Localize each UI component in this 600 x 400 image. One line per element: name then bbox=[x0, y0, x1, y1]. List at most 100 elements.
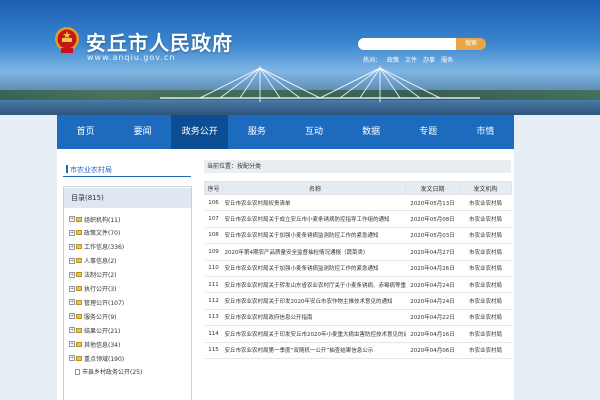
table-row[interactable]: 115 安丘市农业农村局第一季度“双随机一公开”抽查结果信息公示 2020年04月0… bbox=[204, 342, 512, 359]
expand-icon[interactable]: + bbox=[69, 299, 75, 306]
tree-item-label: 工作信息(336) bbox=[84, 244, 125, 252]
folder-icon bbox=[76, 230, 82, 236]
row-title-link[interactable]: 安丘市农业农村局关于印发2020年安丘市农作物主推技术意见的通知 bbox=[222, 292, 406, 310]
hot-word-link[interactable]: 办事 bbox=[423, 55, 435, 64]
hot-word-link[interactable]: 政策 bbox=[387, 55, 399, 64]
tree-root[interactable]: 目录(815) bbox=[64, 188, 191, 208]
expand-icon[interactable]: + bbox=[69, 243, 75, 250]
table-row[interactable]: 109 2020年第4期农产品质量安全监督抽检情况通报（蔬菜类） 2020年04月2… bbox=[204, 243, 512, 261]
folder-icon bbox=[76, 244, 82, 250]
tree-item-label: 其他信息(34) bbox=[84, 341, 121, 349]
table-row[interactable]: 106 安丘市农业农村局权责清单 2020年05月13日 市农业农村局 bbox=[204, 194, 512, 212]
hot-words-label: 热词： bbox=[363, 57, 382, 64]
row-no: 115 bbox=[204, 342, 223, 359]
row-title-link[interactable]: 安丘市农业农村局政府信息公开指南 bbox=[222, 309, 406, 327]
row-no: 107 bbox=[204, 210, 223, 228]
table-row[interactable]: 114 安丘市农业农村局关于印发安丘市2020年小麦重大病虫害防控技术意见的通知 2… bbox=[204, 325, 512, 343]
row-title-link[interactable]: 安丘市农业农村局关于加强小麦条锈病监测防控工作的紧急通知 bbox=[222, 227, 406, 245]
row-title-link[interactable]: 安丘市农业农村局关于转发山东省农业农村厅关于小麦条锈病、赤霉病等重大病虫害... bbox=[222, 276, 406, 294]
table-row[interactable]: 107 安丘市农业农村局关于成立安丘市小麦条锈病防控指导工作组的通知 2020年05… bbox=[204, 210, 512, 228]
table-row[interactable]: 111安丘市农业农村局关于转发山东省农业农村厅关于小麦条锈病、赤霉病等重大病虫害… bbox=[204, 276, 512, 294]
folder-icon bbox=[76, 327, 82, 333]
row-no: 113 bbox=[204, 309, 223, 327]
folder-icon bbox=[76, 299, 82, 305]
site-url: www.anqiu.gov.cn bbox=[87, 53, 176, 62]
main-nav: 首页 要闻 政务公开 服务 互动 数据 专题 市情 bbox=[57, 115, 514, 149]
tree-item[interactable]: + 管理公开(107) bbox=[69, 297, 124, 307]
expand-icon[interactable]: + bbox=[69, 229, 75, 236]
tree-item[interactable]: + 组织机构(11) bbox=[69, 214, 120, 224]
tree-item[interactable]: + 政策文件(70) bbox=[69, 228, 120, 238]
table-row[interactable]: 108 安丘市农业农村局关于加强小麦条锈病监测防控工作的紧急通知 2020年05月0… bbox=[204, 227, 512, 245]
row-org: 市农业农村局 bbox=[459, 210, 512, 228]
folder-icon bbox=[76, 272, 82, 278]
expand-icon[interactable]: + bbox=[69, 341, 75, 348]
tree-item[interactable]: + 其他信息(34) bbox=[69, 339, 120, 349]
nav-services[interactable]: 服务 bbox=[228, 115, 285, 149]
tree-item[interactable]: + 人事信息(2) bbox=[69, 256, 117, 266]
tree-item-label: 结果公开(21) bbox=[84, 327, 121, 335]
document-icon bbox=[75, 368, 80, 375]
col-header-org: 发文机构 bbox=[459, 181, 512, 195]
nav-news[interactable]: 要闻 bbox=[114, 115, 171, 149]
row-org: 市农业农村局 bbox=[459, 292, 512, 310]
row-title-link[interactable]: 安丘市农业农村局关于印发安丘市2020年小麦重大病虫害防控技术意见的通知 bbox=[222, 325, 406, 343]
tree-item[interactable]: + 法制公开(2) bbox=[69, 270, 117, 280]
row-title-link[interactable]: 2020年第4期农产品质量安全监督抽检情况通报（蔬菜类） bbox=[222, 243, 406, 261]
expand-icon[interactable]: + bbox=[69, 285, 75, 292]
row-date: 2020年04月16日 bbox=[405, 325, 460, 343]
row-date: 2020年04月24日 bbox=[405, 292, 460, 310]
expand-icon[interactable]: + bbox=[69, 355, 75, 361]
folder-icon bbox=[76, 341, 82, 347]
row-date: 2020年04月06日 bbox=[405, 342, 460, 359]
sidebar-title: 市农业农村局 bbox=[63, 163, 191, 177]
row-title-link[interactable]: 安丘市农业农村局第一季度“双随机一公开”抽查结果信息公示 bbox=[222, 342, 406, 359]
tree-item-label: 重点领域(190) bbox=[84, 355, 125, 363]
nav-data[interactable]: 数据 bbox=[343, 115, 400, 149]
row-no: 106 bbox=[204, 194, 223, 212]
nav-gov-affairs[interactable]: 政务公开 bbox=[171, 115, 229, 149]
tree-item[interactable]: 市县乡村政务公开(25) bbox=[75, 367, 142, 377]
row-no: 110 bbox=[204, 260, 223, 277]
table-row[interactable]: 113 安丘市农业农村局政府信息公开指南 2020年04月22日 市农业农村局 bbox=[204, 309, 512, 327]
row-org: 市农业农村局 bbox=[459, 227, 512, 245]
expand-icon[interactable]: + bbox=[69, 216, 75, 222]
table-row[interactable]: 112 安丘市农业农村局关于印发2020年安丘市农作物主推技术意见的通知 2020年… bbox=[204, 292, 512, 310]
national-emblem-icon bbox=[55, 27, 79, 53]
table-row[interactable]: 110 安丘市农业农村局关于加强小麦条锈病监测防控工作的紧急通知 2020年04月2… bbox=[204, 260, 512, 277]
nav-city-info[interactable]: 市情 bbox=[457, 115, 514, 149]
row-org: 市农业农村局 bbox=[459, 243, 512, 261]
site-title[interactable]: 安丘市人民政府 bbox=[86, 27, 233, 56]
row-title-link[interactable]: 安丘市农业农村局权责清单 bbox=[222, 194, 406, 212]
tree-item[interactable]: + 重点领域(190) bbox=[69, 353, 124, 363]
tree-item[interactable]: + 结果公开(21) bbox=[69, 325, 120, 335]
row-org: 市农业农村局 bbox=[459, 260, 512, 277]
hot-word-link[interactable]: 文件 bbox=[405, 55, 417, 64]
expand-icon[interactable]: + bbox=[69, 257, 75, 264]
expand-icon[interactable]: + bbox=[69, 271, 75, 278]
site-header: 安丘市人民政府 www.anqiu.gov.cn 搜索 热词： 政策 文件 办事… bbox=[0, 0, 600, 115]
tree-item[interactable]: + 工作信息(336) bbox=[69, 242, 124, 252]
row-title-link[interactable]: 安丘市农业农村局关于成立安丘市小麦条锈病防控指导工作组的通知 bbox=[222, 210, 406, 228]
search-input[interactable] bbox=[358, 38, 456, 50]
col-header-no: 序号 bbox=[204, 181, 223, 195]
expand-icon[interactable]: + bbox=[69, 327, 75, 334]
tree-item-label: 法制公开(2) bbox=[84, 272, 117, 280]
tree-item[interactable]: + 执行公开(3) bbox=[69, 284, 117, 294]
row-title-link[interactable]: 安丘市农业农村局关于加强小麦条锈病监测防控工作的紧急通知 bbox=[222, 260, 406, 277]
sidebar-title-text: 市农业农村局 bbox=[70, 166, 112, 174]
title-bar-marker bbox=[66, 165, 68, 173]
hot-word-link[interactable]: 服务 bbox=[441, 55, 453, 64]
tree-item[interactable]: + 服务公开(9) bbox=[69, 311, 117, 321]
nav-interaction[interactable]: 互动 bbox=[286, 115, 343, 149]
row-date: 2020年04月22日 bbox=[405, 309, 460, 327]
expand-icon[interactable]: + bbox=[69, 313, 75, 320]
tree-item-label: 市县乡村政务公开(25) bbox=[82, 369, 143, 377]
col-header-name: 名称 bbox=[222, 181, 406, 195]
bridge-illustration bbox=[160, 66, 480, 102]
nav-home[interactable]: 首页 bbox=[57, 115, 114, 149]
row-no: 108 bbox=[204, 227, 223, 245]
document-table: 序号 名称 发文日期 发文机构 106 安丘市农业农村局权责清单 2020年05月1… bbox=[204, 181, 512, 359]
nav-topics[interactable]: 专题 bbox=[400, 115, 457, 149]
search-button[interactable]: 搜索 bbox=[456, 38, 486, 50]
